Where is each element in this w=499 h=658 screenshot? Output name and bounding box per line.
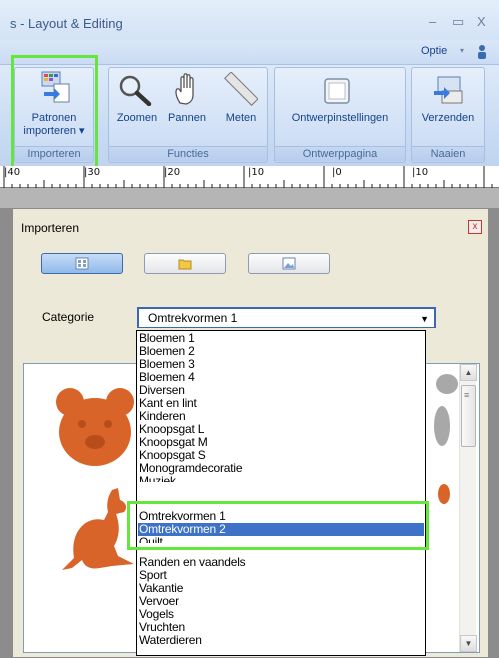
orange-pattern[interactable]: [438, 484, 450, 504]
dropdown-item[interactable]: Muziek: [139, 475, 176, 482]
dropdown-item[interactable]: Waterdieren: [139, 634, 202, 647]
ruler-label: |30: [84, 167, 101, 178]
image-icon: [282, 257, 296, 270]
scroll-up-button[interactable]: ▲: [460, 364, 477, 381]
pannen-button[interactable]: Pannen: [162, 112, 212, 124]
button-label: Ontwerpinstellingen: [291, 112, 389, 124]
grip-icon: ≡: [464, 390, 470, 400]
gray-pattern[interactable]: [434, 406, 450, 446]
ruler-label: |10: [412, 167, 429, 178]
workspace-strip: [0, 188, 499, 208]
optie-menu[interactable]: Optie: [421, 45, 447, 57]
group-label: Functies: [109, 146, 267, 161]
ruler-icon: [224, 72, 258, 106]
ruler-label: |40: [4, 167, 21, 178]
importeren-highlight: [11, 55, 98, 169]
window-title: s - Layout & Editing: [10, 16, 123, 31]
title-bar: s - Layout & Editing – ▭ X: [0, 0, 499, 40]
button-label: Pannen: [168, 112, 206, 124]
categorie-dropdown[interactable]: Omtrekvormen 1 ▼: [137, 307, 436, 328]
pattern-library-icon: [75, 257, 89, 270]
send-icon: [434, 76, 463, 104]
pattern-scrollbar[interactable]: ▲ ≡ ▼: [459, 364, 477, 652]
ruler-label: |20: [164, 167, 181, 178]
categorie-value: Omtrekvormen 1: [148, 311, 238, 325]
button-label: Verzenden: [421, 112, 475, 124]
scroll-down-button[interactable]: ▼: [460, 635, 477, 652]
tab-folder-button[interactable]: [144, 253, 226, 274]
meten-button[interactable]: Meten: [218, 112, 264, 124]
ruler: |40 |30 |20 |10 |0 |10: [0, 166, 499, 188]
categorie-list[interactable]: Bloemen 1 Bloemen 2 Bloemen 3 Bloemen 4 Dive…: [136, 330, 426, 656]
close-icon[interactable]: x: [468, 220, 482, 234]
gray-pattern[interactable]: [436, 374, 458, 394]
maximize-button[interactable]: ▭: [452, 14, 464, 30]
dropdown-item[interactable]: Monogramdecoratie: [139, 462, 243, 475]
omtrekvormen-highlight: [127, 501, 429, 550]
tab-image-button[interactable]: [248, 253, 330, 274]
dialog-title: Importeren: [21, 221, 80, 235]
minimize-button[interactable]: –: [429, 14, 436, 29]
bear-pattern[interactable]: [50, 384, 140, 470]
tab-library-button[interactable]: [41, 253, 123, 274]
verzenden-button[interactable]: Verzenden: [414, 112, 482, 124]
categorie-label: Categorie: [42, 310, 95, 324]
button-label: Meten: [225, 112, 257, 124]
group-label: Ontwerppagina: [275, 146, 405, 161]
hand-icon: [175, 73, 194, 105]
ruler-label: |10: [248, 167, 265, 178]
button-label: Zoomen: [116, 112, 158, 124]
close-window-button[interactable]: X: [477, 14, 486, 29]
group-label: Naaien: [412, 146, 484, 161]
zoomen-button[interactable]: Zoomen: [112, 112, 162, 124]
ruler-label: |0: [332, 167, 342, 178]
chevron-down-icon[interactable]: ▾: [460, 46, 464, 55]
magnifier-icon: [119, 75, 152, 106]
design-page-icon: [324, 78, 350, 104]
user-icon[interactable]: [476, 44, 488, 60]
folder-icon: [178, 259, 192, 270]
ontwerpinstellingen-button[interactable]: Ontwerpinstellingen: [278, 112, 402, 124]
chevron-down-icon[interactable]: ▼: [420, 314, 429, 324]
